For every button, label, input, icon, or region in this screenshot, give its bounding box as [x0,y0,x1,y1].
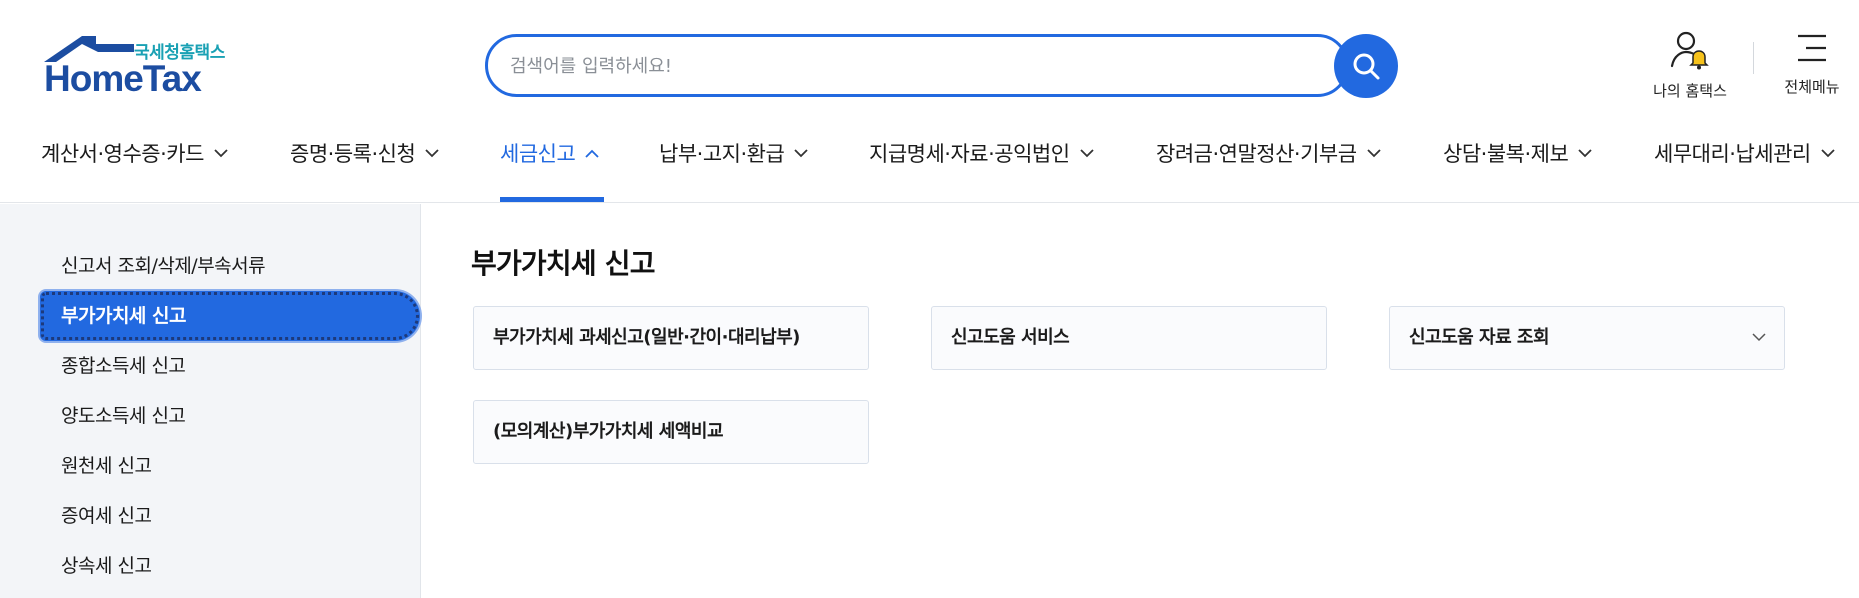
sidebar-item-label: 증여세 신고 [61,505,152,527]
sidebar-item-vat-filing[interactable]: 부가가치세 신고 [40,291,420,341]
sidebar-item-income-tax[interactable]: 종합소득세 신고 [40,341,420,391]
gnb-item-label: 세무대리·납세관리 [1654,142,1811,166]
sidebar-item-withholding-tax[interactable]: 원천세 신고 [40,441,420,491]
gnb-item-incentive-year-end[interactable]: 장려금·연말정산·기부금 [1156,138,1381,203]
chevron-down-icon[interactable] [1752,333,1766,342]
chevron-down-icon [425,149,439,158]
all-menu-button[interactable]: 전체메뉴 [1772,30,1852,97]
chevron-down-icon [1079,149,1094,158]
gnb-item-invoice-receipt-card[interactable]: 계산서·영수증·카드 [41,138,228,203]
card-vat-taxable-filing[interactable]: 부가가치세 과세신고(일반·간이·대리납부) [473,306,869,370]
gnb-item-label: 납부·고지·환급 [659,142,785,166]
chevron-down-icon [1578,149,1592,158]
sidebar-item-label: 양도소득세 신고 [61,405,186,427]
chevron-down-icon [794,149,808,158]
hometax-logo[interactable]: 국세청홈택스 HomeTax [40,34,240,100]
card-filing-help-data-lookup[interactable]: 신고도움 자료 조회 [1389,306,1785,370]
gnb-item-certificate-registration[interactable]: 증명·등록·신청 [290,138,439,203]
sidebar-item-inheritance-tax[interactable]: 상속세 신고 [40,541,420,591]
card-label: 신고도움 자료 조회 [1409,327,1550,348]
gnb-item-consult-appeal-report[interactable]: 상담·불복·제보 [1443,138,1592,203]
user-bell-icon [1670,31,1709,70]
chevron-down-icon [1821,149,1835,158]
sidebar: 신고서 조회/삭제/부속서류 부가가치세 신고 종합소득세 신고 양도소득세 신… [0,204,421,598]
gnb-item-tax-filing[interactable]: 세금신고 [500,138,599,203]
card-label: 신고도움 서비스 [951,327,1070,348]
sidebar-item-label: 부가가치세 신고 [61,305,186,327]
page-title: 부가가치세 신고 [471,247,655,280]
chevron-down-icon [1366,149,1381,158]
sidebar-item-label: 신고서 조회/삭제/부속서류 [61,255,266,277]
chevron-down-icon [214,149,228,158]
active-tab-indicator [500,197,604,202]
chevron-up-icon [585,149,599,158]
sidebar-item-capital-gains-tax[interactable]: 양도소득세 신고 [40,391,420,441]
utility-divider [1753,42,1754,74]
logo-wordmark: HomeTax [44,58,202,99]
site-header: 국세청홈택스 HomeTax 나의 홈택스 전체메뉴 계산서·영수증 [0,0,1859,203]
gnb-item-payment-statement-data[interactable]: 지급명세·자료·공익법인 [869,138,1094,203]
gnb-item-payment-notice-refund[interactable]: 납부·고지·환급 [659,138,808,203]
card-label: (모의계산)부가가치세 세액비교 [493,421,724,442]
gnb-item-label: 장려금·연말정산·기부금 [1156,142,1357,166]
sidebar-item-label: 원천세 신고 [61,455,152,477]
gnb-item-label: 지급명세·자료·공익법인 [869,142,1070,166]
main-navigation: 계산서·영수증·카드 증명·등록·신청 세금신고 납부·고지·환급 지급명세·자… [0,128,1859,203]
gnb-item-label: 세금신고 [500,142,576,166]
my-hometax-label: 나의 홈택스 [1653,82,1727,100]
gnb-item-label: 증명·등록·신청 [290,142,416,166]
sidebar-item-label: 종합소득세 신고 [61,355,186,377]
my-hometax-button[interactable]: 나의 홈택스 [1640,30,1740,101]
card-vat-simulation[interactable]: (모의계산)부가가치세 세액비교 [473,400,869,464]
search-input[interactable] [510,50,1210,82]
gnb-item-label: 상담·불복·제보 [1443,142,1569,166]
search-button[interactable] [1334,34,1398,98]
search-icon [1353,53,1380,80]
gnb-item-tax-agent[interactable]: 세무대리·납세관리 [1654,138,1835,203]
card-filing-help-service[interactable]: 신고도움 서비스 [931,306,1327,370]
sidebar-item-filing-lookup[interactable]: 신고서 조회/삭제/부속서류 [40,241,420,291]
hamburger-menu-icon [1798,34,1826,62]
gnb-item-label: 계산서·영수증·카드 [41,142,204,166]
search-box [485,34,1349,97]
all-menu-label: 전체메뉴 [1784,78,1840,96]
sidebar-item-label: 상속세 신고 [61,555,152,577]
sidebar-item-gift-tax[interactable]: 증여세 신고 [40,491,420,541]
card-label: 부가가치세 과세신고(일반·간이·대리납부) [493,327,800,348]
